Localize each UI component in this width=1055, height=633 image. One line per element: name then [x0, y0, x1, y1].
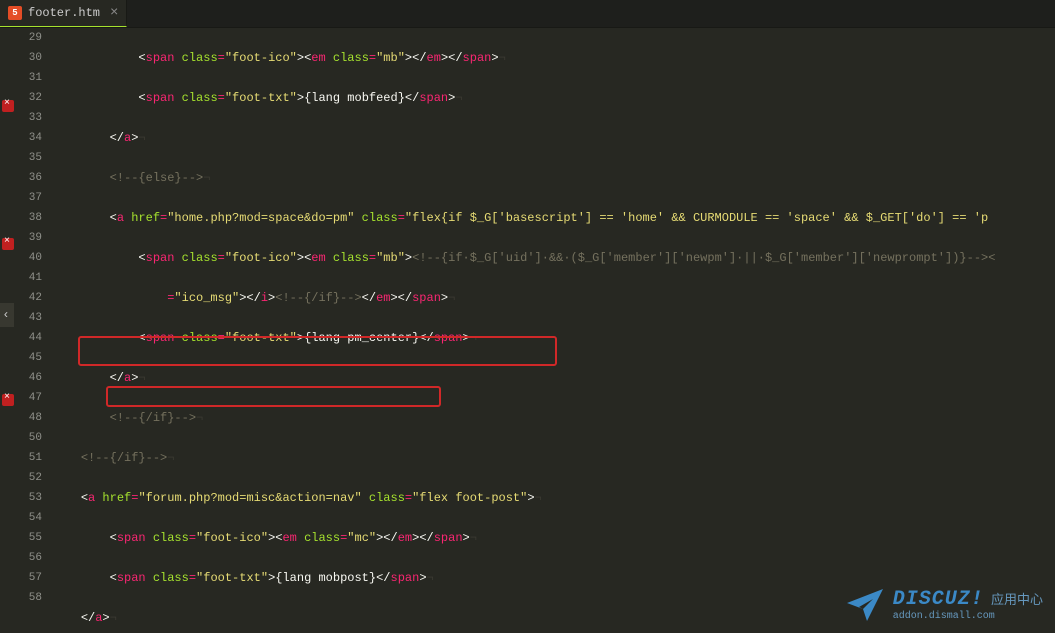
- close-icon[interactable]: ×: [110, 5, 118, 21]
- code-area[interactable]: <span class="foot-ico"><em class="mb"></…: [48, 28, 1055, 633]
- gutter-markers: [0, 28, 16, 633]
- line-gutter: 2930313233343536373839404142434445464748…: [16, 28, 48, 633]
- file-tab[interactable]: 5 footer.htm ×: [0, 0, 127, 27]
- html5-icon: 5: [8, 6, 22, 20]
- tab-bar: 5 footer.htm ×: [0, 0, 1055, 28]
- sidebar-toggle[interactable]: ‹: [0, 303, 14, 327]
- editor: ‹ 29303132333435363738394041424344454647…: [0, 28, 1055, 633]
- tab-title: footer.htm: [28, 6, 100, 20]
